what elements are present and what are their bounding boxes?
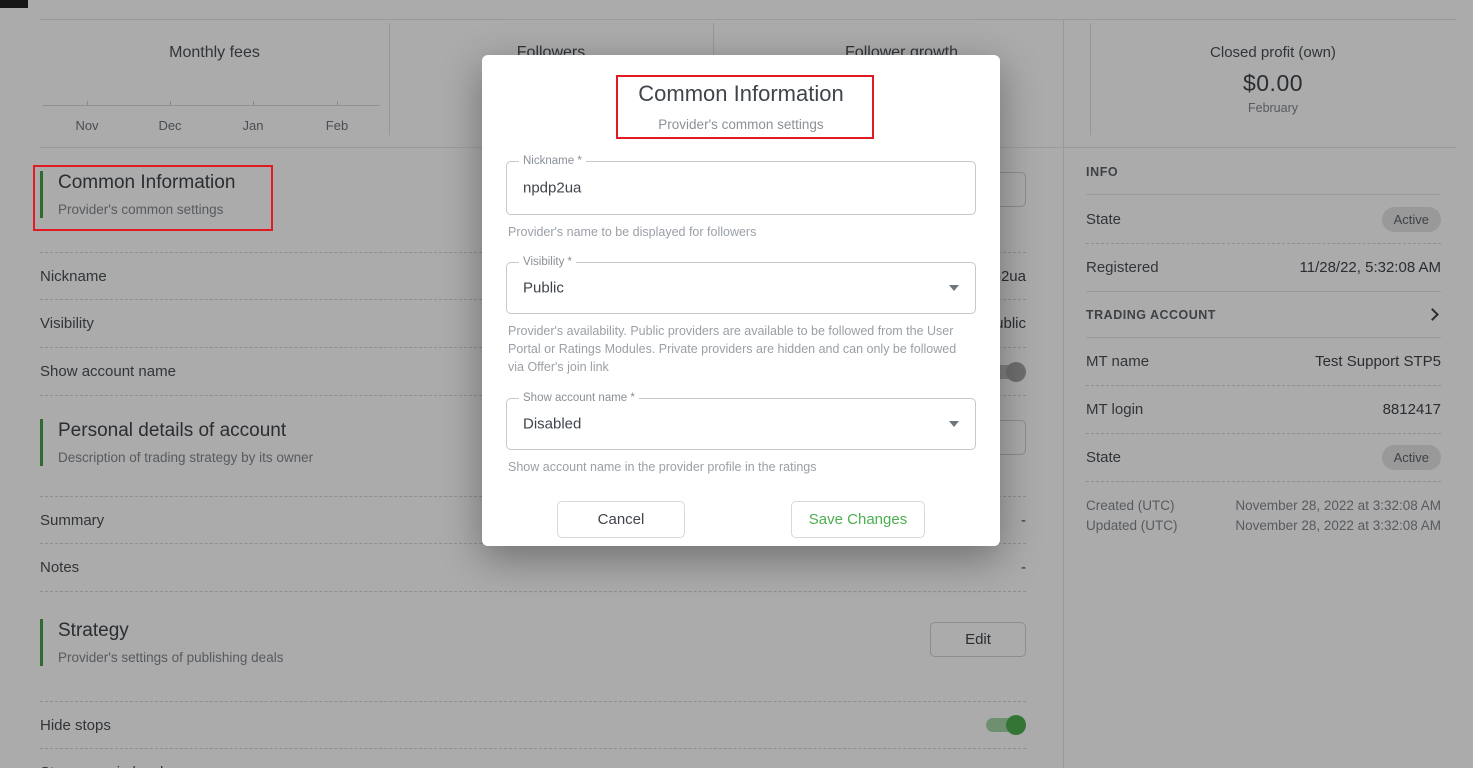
visibility-helper-text: Provider's availability. Public provider… [508, 322, 974, 376]
nickname-input-label: Nickname * [519, 155, 586, 167]
dropdown-arrow-icon [949, 285, 959, 291]
annotation-box-section-title [33, 165, 273, 231]
show-account-name-helper-text: Show account name in the provider profil… [508, 458, 974, 476]
show-account-name-select-label: Show account name * [519, 392, 639, 404]
visibility-select-value: Public [523, 280, 564, 297]
nickname-input-value: npdp2ua [523, 180, 581, 197]
annotation-box-dialog-title [616, 75, 874, 139]
dropdown-arrow-icon [949, 421, 959, 427]
visibility-select-label: Visibility * [519, 256, 576, 268]
show-account-name-select-value: Disabled [523, 415, 581, 432]
provider-settings-page: Monthly fees Nov Dec Jan Feb Followers F… [0, 0, 1473, 768]
show-account-name-select[interactable]: Show account name * Disabled [506, 398, 976, 450]
save-changes-button[interactable]: Save Changes [791, 501, 925, 538]
visibility-select[interactable]: Visibility * Public [506, 262, 976, 314]
cancel-button[interactable]: Cancel [557, 501, 685, 538]
nickname-helper-text: Provider's name to be displayed for foll… [508, 223, 974, 241]
nickname-input[interactable]: Nickname * npdp2ua [506, 161, 976, 215]
dialog-actions: Cancel Save Changes [506, 501, 976, 538]
